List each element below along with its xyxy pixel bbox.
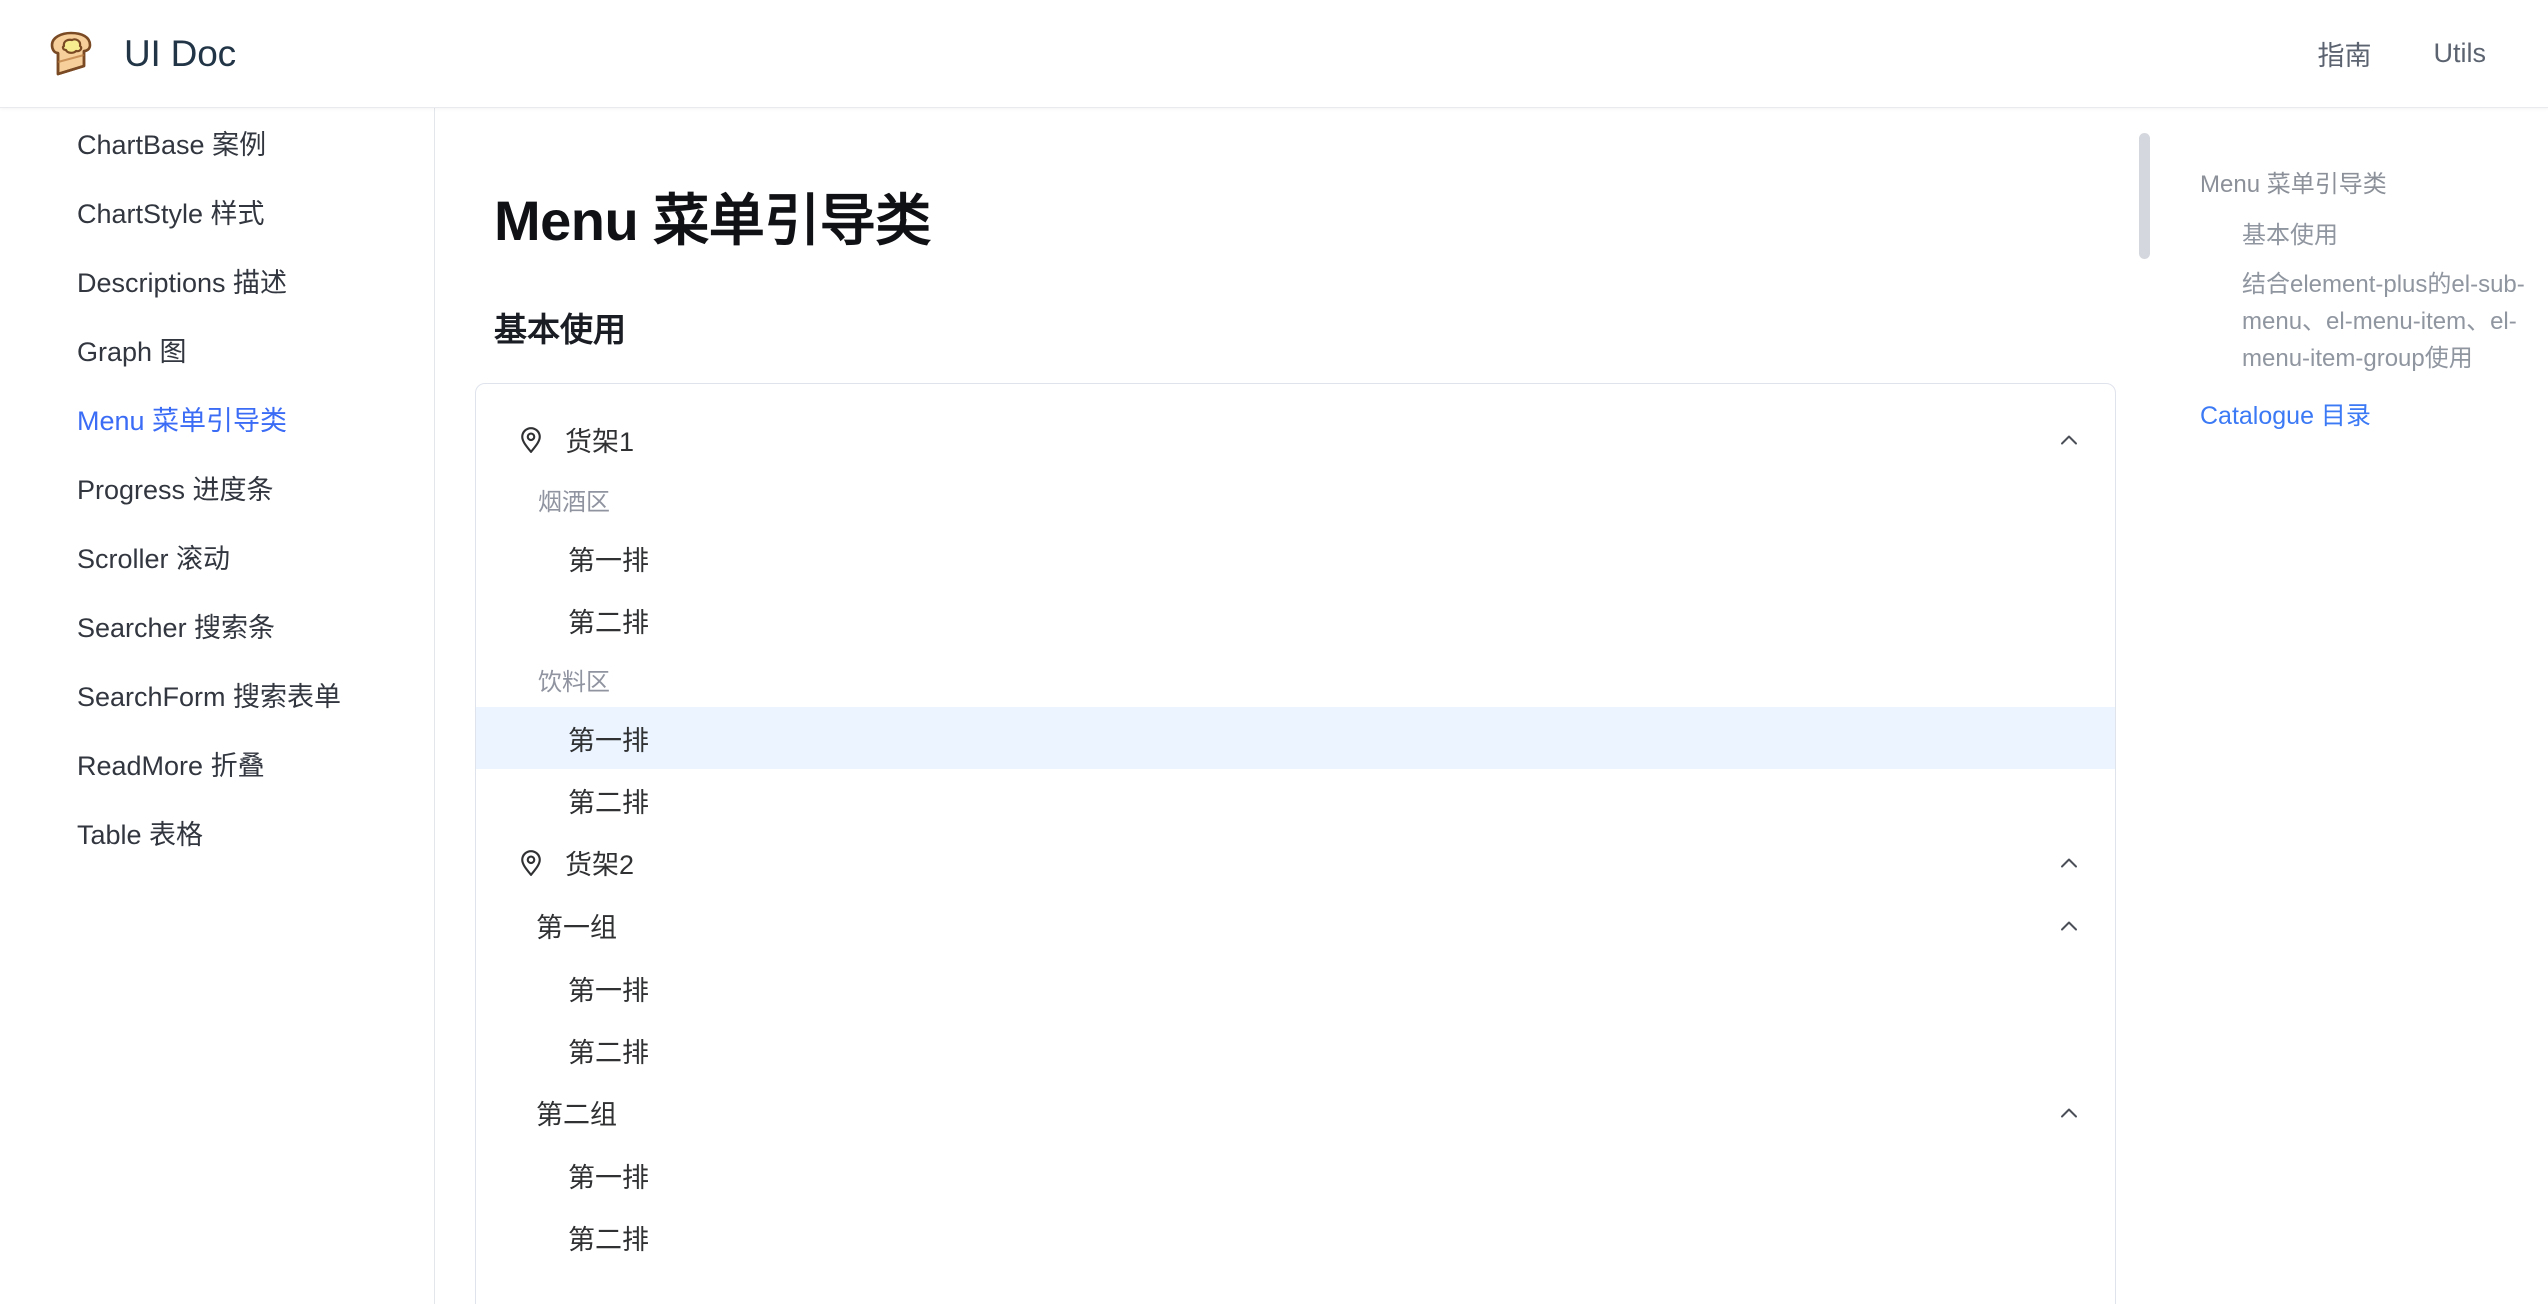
sidebar-item-graph[interactable]: Graph 图 (0, 315, 434, 384)
chevron-up-icon[interactable] (2055, 1099, 2083, 1127)
menu-submenu-shelf1[interactable]: 货架1 (476, 408, 2115, 471)
chevron-up-icon[interactable] (2055, 426, 2083, 454)
menu-item[interactable]: 第一排 (476, 527, 2115, 589)
header-nav: 指南 Utils (2318, 34, 2487, 73)
sidebar-item-table[interactable]: Table 表格 (0, 798, 434, 867)
catalogue-link[interactable]: Catalogue 目录 (2155, 396, 2548, 432)
page-title: Menu 菜单引导类 (494, 189, 931, 252)
chevron-up-icon[interactable] (2055, 912, 2083, 940)
section-heading: 基本使用 (494, 311, 626, 348)
menu-submenu-label: 第一组 (536, 913, 617, 943)
menu-submenu-group2[interactable]: 第二组 (476, 1081, 2115, 1144)
toc-item-element-plus[interactable]: 结合element-plus的el-sub-menu、el-menu-item、… (2155, 266, 2548, 378)
sidebar-item-searchform[interactable]: SearchForm 搜索表单 (0, 660, 434, 729)
location-pin-icon (516, 425, 546, 455)
sidebar-item-chartstyle[interactable]: ChartStyle 样式 (0, 177, 434, 246)
menu-item[interactable]: 第一排 (476, 957, 2115, 1019)
menu-submenu-group1[interactable]: 第一组 (476, 894, 2115, 957)
location-pin-icon (516, 848, 546, 878)
left-sidebar: ChartBase 案例 ChartStyle 样式 Descriptions … (0, 108, 435, 1304)
chevron-up-icon[interactable] (2055, 849, 2083, 877)
menu-group-title-drinks: 饮料区 (538, 668, 610, 696)
menu-item[interactable]: 第二排 (476, 769, 2115, 831)
main-content: Menu 菜单引导类 基本使用 货架1 烟酒区 第一排 第二排 饮料区 第一排 … (436, 108, 2136, 1304)
main-scrollbar-thumb[interactable] (2139, 133, 2150, 259)
menu-item-active[interactable]: 第一排 (476, 707, 2115, 769)
menu-submenu-label: 货架2 (565, 850, 635, 880)
sidebar-item-menu[interactable]: Menu 菜单引导类 (0, 384, 434, 453)
nav-item-utils[interactable]: Utils (2434, 38, 2487, 69)
menu-item[interactable]: 第二排 (476, 589, 2115, 651)
toc-item-basic-usage[interactable]: 基本使用 (2155, 217, 2548, 254)
toc-item-level1[interactable]: Menu 菜单引导类 (2155, 168, 2548, 203)
app-header: UI Doc 指南 Utils (0, 0, 2548, 108)
sidebar-item-readmore[interactable]: ReadMore 折叠 (0, 729, 434, 798)
brand[interactable]: UI Doc (42, 26, 236, 82)
menu-item[interactable]: 第二排 (476, 1019, 2115, 1081)
sidebar-item-scroller[interactable]: Scroller 滚动 (0, 522, 434, 591)
sidebar-item-progress[interactable]: Progress 进度条 (0, 453, 434, 522)
sidebar-item-searcher[interactable]: Searcher 搜索条 (0, 591, 434, 660)
nav-item-guide[interactable]: 指南 (2318, 34, 2372, 73)
butter-toast-icon (42, 26, 98, 82)
menu-item[interactable]: 第二排 (476, 1206, 2115, 1268)
sidebar-item-chartbase[interactable]: ChartBase 案例 (0, 108, 434, 177)
menu-submenu-label: 第二组 (536, 1100, 617, 1130)
menu-group-title-tobacco: 烟酒区 (538, 488, 610, 516)
menu-demo-card: 货架1 烟酒区 第一排 第二排 饮料区 第一排 第二排 货架2 第一组 第一排 … (475, 383, 2116, 1304)
app-title: UI Doc (124, 32, 236, 74)
sidebar-item-descriptions[interactable]: Descriptions 描述 (0, 246, 434, 315)
menu-item[interactable]: 第一排 (476, 1144, 2115, 1206)
toc-sidebar: Menu 菜单引导类 基本使用 结合element-plus的el-sub-me… (2155, 108, 2548, 1304)
menu-submenu-shelf2[interactable]: 货架2 (476, 831, 2115, 894)
menu-submenu-label: 货架1 (565, 427, 635, 457)
menu-root: 货架1 烟酒区 第一排 第二排 饮料区 第一排 第二排 货架2 第一组 第一排 … (476, 384, 2115, 1268)
